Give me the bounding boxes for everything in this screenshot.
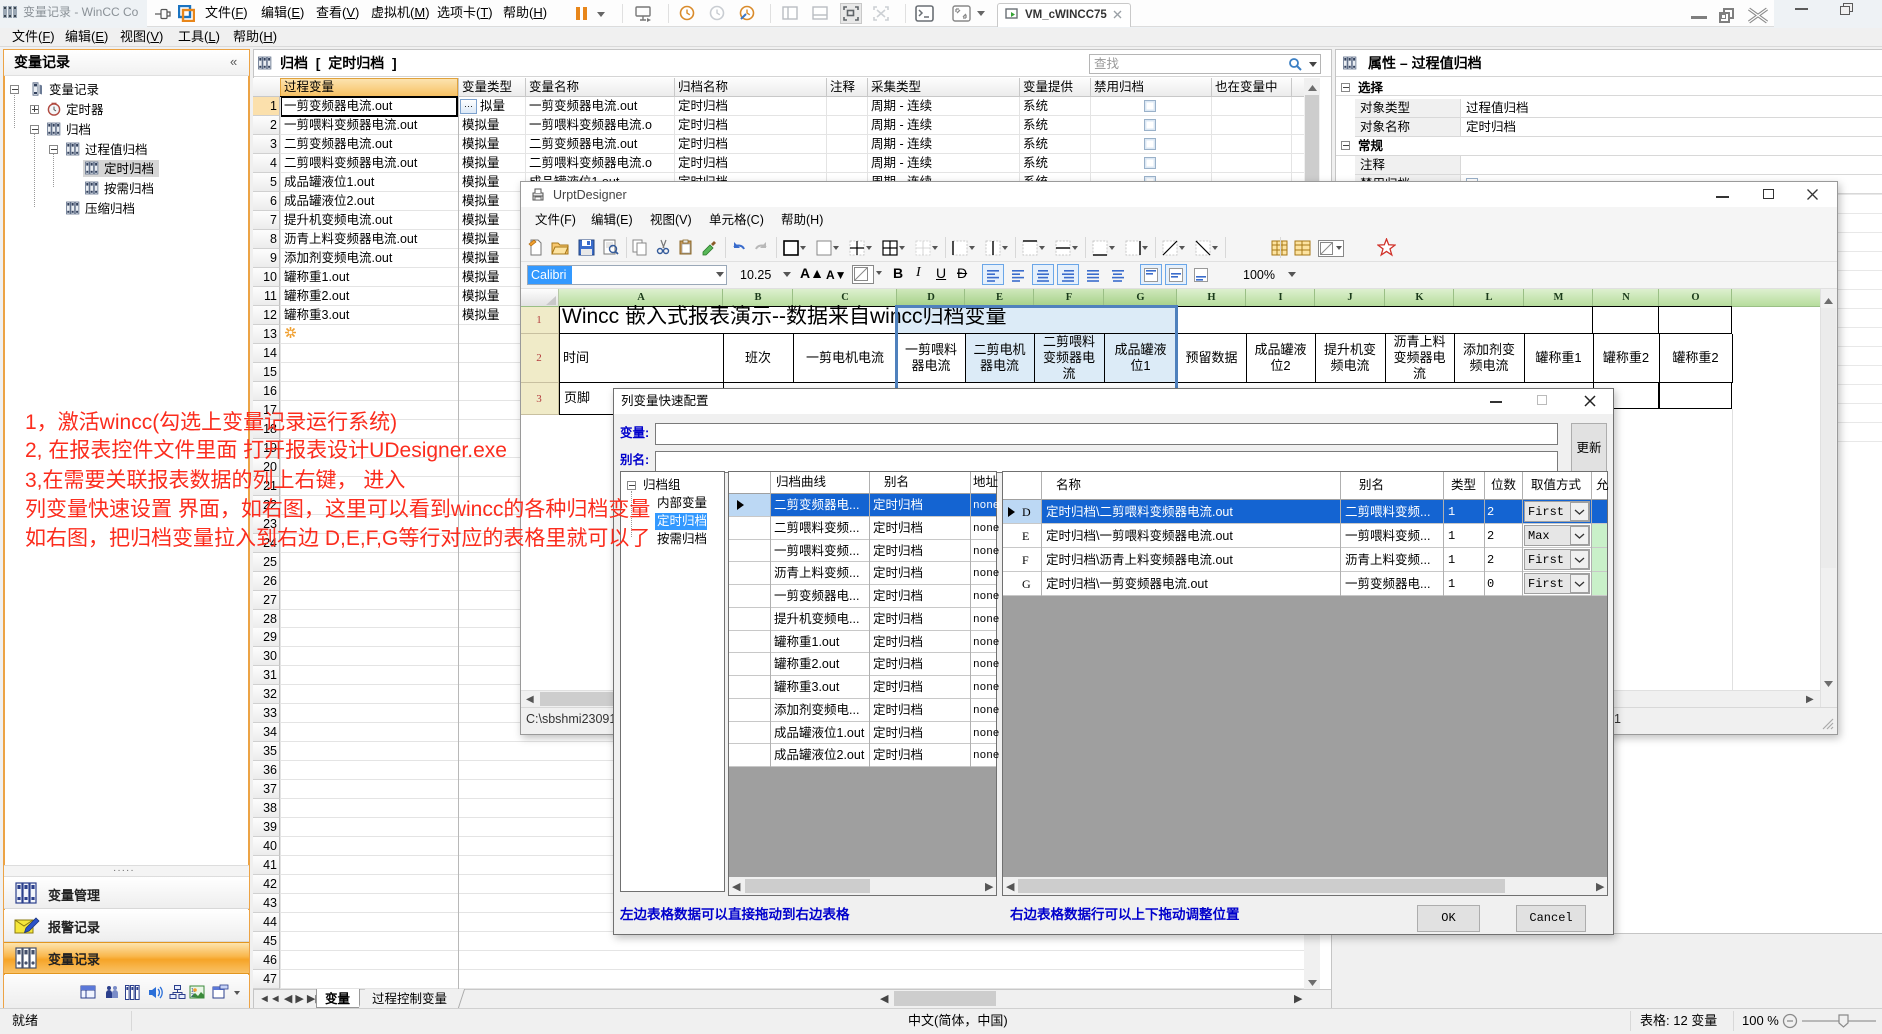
svg-text:2.: 2. [191, 993, 195, 999]
